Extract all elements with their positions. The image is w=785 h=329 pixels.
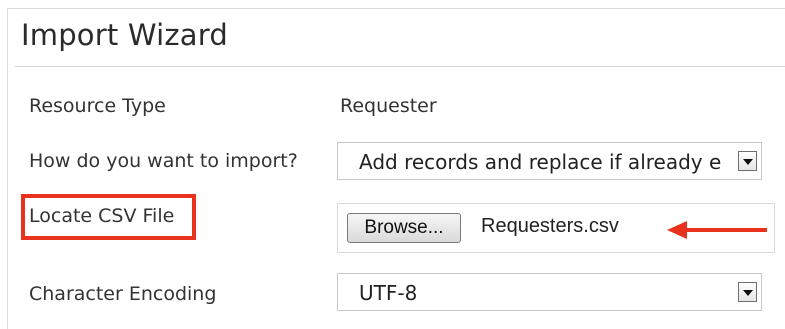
encoding-selected-value: UTF-8 bbox=[359, 281, 418, 305]
import-mode-selected-value: Add records and replace if already e bbox=[359, 150, 722, 174]
arrow-left-icon bbox=[667, 221, 767, 239]
resource-type-value: Requester bbox=[340, 95, 437, 117]
csv-file-label: Locate CSV File bbox=[29, 205, 175, 227]
chevron-down-icon[interactable] bbox=[738, 282, 757, 302]
encoding-label: Character Encoding bbox=[29, 283, 217, 305]
browse-button[interactable]: Browse... bbox=[347, 213, 461, 243]
title-divider bbox=[15, 66, 785, 67]
panel-border-left bbox=[7, 8, 8, 329]
import-mode-label: How do you want to import? bbox=[29, 150, 298, 172]
resource-type-label: Resource Type bbox=[29, 95, 166, 117]
selected-file-name: Requesters.csv bbox=[481, 215, 619, 237]
page-title: Import Wizard bbox=[21, 18, 228, 52]
chevron-down-icon[interactable] bbox=[738, 151, 757, 171]
import-wizard-panel: Import Wizard Resource Type Requester Ho… bbox=[0, 0, 785, 329]
panel-border-top bbox=[7, 8, 785, 9]
import-mode-select[interactable]: Add records and replace if already e bbox=[337, 142, 762, 180]
encoding-select[interactable]: UTF-8 bbox=[337, 273, 762, 311]
